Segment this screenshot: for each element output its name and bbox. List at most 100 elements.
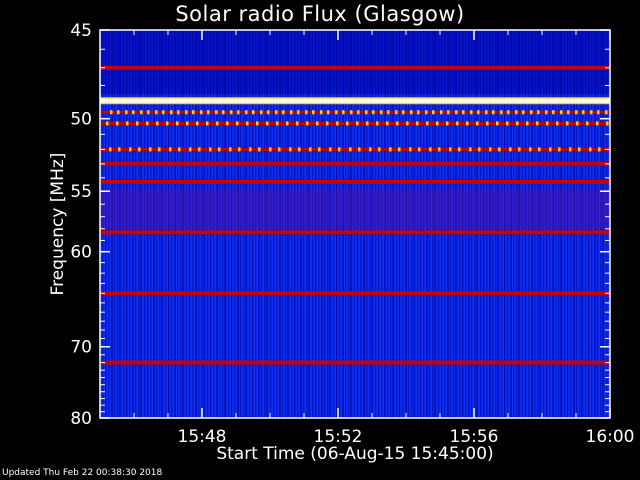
band-burst bbox=[500, 110, 503, 115]
band-burst bbox=[258, 147, 261, 152]
band-burst bbox=[526, 121, 529, 126]
band-burst bbox=[462, 110, 465, 115]
band-burst bbox=[410, 110, 413, 115]
band-burst bbox=[276, 121, 279, 126]
band-burst bbox=[342, 110, 345, 115]
band-burst bbox=[515, 110, 518, 115]
band-burst bbox=[396, 121, 399, 126]
band-burst bbox=[327, 110, 330, 115]
band-burst bbox=[236, 121, 239, 126]
band-burst bbox=[449, 147, 452, 152]
band-burst bbox=[486, 121, 489, 126]
band-burst bbox=[246, 121, 249, 126]
band-burst bbox=[365, 110, 368, 115]
band-burst bbox=[357, 110, 360, 115]
band-burst bbox=[378, 147, 381, 152]
band-burst bbox=[136, 121, 139, 126]
band-burst bbox=[176, 121, 179, 126]
band-burst bbox=[556, 121, 559, 126]
band-burst bbox=[546, 121, 549, 126]
band-burst bbox=[446, 121, 449, 126]
band-burst bbox=[306, 121, 309, 126]
band-burst bbox=[372, 110, 375, 115]
band-burst bbox=[498, 147, 501, 152]
y-axis-label: Frequency [MHz] bbox=[48, 152, 68, 296]
band-burst bbox=[489, 147, 492, 152]
band-burst bbox=[335, 110, 338, 115]
band-burst bbox=[466, 121, 469, 126]
band-burst bbox=[266, 121, 269, 126]
band-burst bbox=[129, 147, 132, 152]
band-burst bbox=[509, 147, 512, 152]
frequency-band bbox=[100, 291, 610, 296]
band-burst bbox=[338, 147, 341, 152]
band-burst bbox=[329, 147, 332, 152]
band-burst bbox=[192, 110, 195, 115]
band-burst bbox=[605, 110, 608, 115]
band-burst bbox=[507, 110, 510, 115]
band-burst bbox=[492, 110, 495, 115]
band-burst bbox=[186, 121, 189, 126]
band-burst bbox=[138, 147, 141, 152]
band-burst bbox=[110, 110, 113, 115]
band-burst bbox=[298, 147, 301, 152]
band-burst bbox=[418, 147, 421, 152]
upper-dark-region bbox=[100, 30, 610, 94]
band-burst bbox=[536, 121, 539, 126]
band-burst bbox=[586, 121, 589, 126]
band-burst bbox=[316, 121, 319, 126]
band-burst bbox=[226, 121, 229, 126]
band-burst bbox=[125, 110, 128, 115]
band-burst bbox=[429, 147, 432, 152]
band-burst bbox=[269, 147, 272, 152]
band-burst bbox=[597, 110, 600, 115]
band-line bbox=[100, 291, 610, 296]
band-core bbox=[100, 98, 610, 103]
band-burst bbox=[275, 110, 278, 115]
band-burst bbox=[169, 147, 172, 152]
band-burst bbox=[312, 110, 315, 115]
band-burst bbox=[170, 110, 173, 115]
band-burst bbox=[596, 121, 599, 126]
band-burst bbox=[432, 110, 435, 115]
band-burst bbox=[369, 147, 372, 152]
band-burst bbox=[409, 147, 412, 152]
band-burst bbox=[566, 121, 569, 126]
band-burst bbox=[438, 147, 441, 152]
band-burst bbox=[387, 110, 390, 115]
y-tick-label: 80 bbox=[70, 409, 92, 429]
band-burst bbox=[406, 121, 409, 126]
band-burst bbox=[440, 110, 443, 115]
band-burst bbox=[289, 147, 292, 152]
band-burst bbox=[402, 110, 405, 115]
band-burst bbox=[198, 147, 201, 152]
band-burst bbox=[106, 121, 109, 126]
band-burst bbox=[530, 110, 533, 115]
band-burst bbox=[558, 147, 561, 152]
band-burst bbox=[358, 147, 361, 152]
band-burst bbox=[146, 121, 149, 126]
band-burst bbox=[366, 121, 369, 126]
band-burst bbox=[416, 121, 419, 126]
band-burst bbox=[237, 110, 240, 115]
band-burst bbox=[189, 147, 192, 152]
band-burst bbox=[426, 121, 429, 126]
band-burst bbox=[545, 110, 548, 115]
band-burst bbox=[296, 121, 299, 126]
band-base bbox=[100, 110, 610, 114]
band-line bbox=[100, 161, 610, 166]
band-line bbox=[100, 360, 610, 365]
band-burst bbox=[318, 147, 321, 152]
band-burst bbox=[256, 121, 259, 126]
band-burst bbox=[398, 147, 401, 152]
band-burst bbox=[380, 110, 383, 115]
band-burst bbox=[346, 121, 349, 126]
band-burst bbox=[477, 110, 480, 115]
band-burst bbox=[552, 110, 555, 115]
band-burst bbox=[178, 147, 181, 152]
band-burst bbox=[576, 121, 579, 126]
band-burst bbox=[549, 147, 552, 152]
band-burst bbox=[286, 121, 289, 126]
band-burst bbox=[118, 147, 121, 152]
band-burst bbox=[116, 121, 119, 126]
